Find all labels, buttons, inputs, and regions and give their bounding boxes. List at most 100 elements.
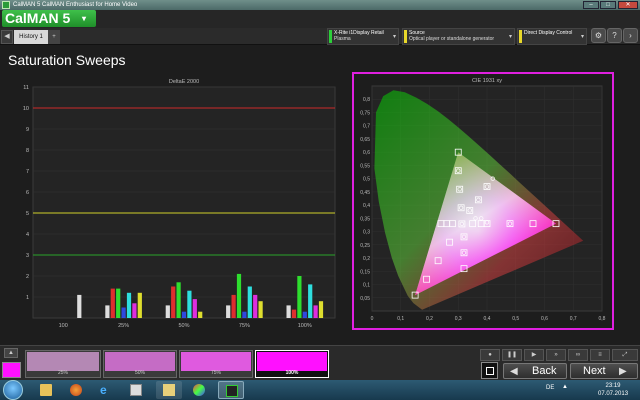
display-status-indicator	[519, 30, 522, 43]
step-swatch	[257, 352, 327, 371]
bar	[126, 292, 132, 318]
explorer-window-icon[interactable]	[156, 381, 182, 399]
meter-status-indicator	[329, 30, 332, 43]
y-tick-label: 0,15	[360, 269, 370, 275]
help-icon[interactable]: ?	[607, 28, 622, 43]
calman-logo-menu[interactable]: CalMAN 5 ▾	[2, 10, 96, 27]
y-tick-label: 1	[26, 295, 29, 301]
calman-icon[interactable]	[218, 381, 244, 399]
y-tick-label: 0,5	[363, 177, 370, 183]
sweep-step-50[interactable]: 50%	[103, 350, 177, 378]
x-tick-label: 0,6	[541, 316, 548, 322]
play-icon[interactable]: ▶	[524, 349, 544, 361]
window-title: CalMAN 5 CalMAN Enthusiast for Home Vide…	[13, 1, 138, 8]
x-tick-label: 0,8	[599, 316, 606, 322]
chevron-down-icon: ▾	[580, 34, 584, 40]
logo-text: CalMAN 5	[5, 10, 71, 26]
window-titlebar: CalMAN 5 CalMAN Enthusiast for Home Vide…	[0, 0, 640, 10]
collapse-arrow-icon[interactable]: ▲	[4, 348, 18, 358]
add-tab-button[interactable]: +	[48, 30, 60, 44]
source-selector[interactable]: Source Optical player or standalone gene…	[402, 28, 515, 45]
next-arrow-icon[interactable]: ›	[623, 28, 638, 43]
bar	[253, 294, 258, 318]
meter-selector[interactable]: X-Rite i1Display Retail Plasma ▾	[327, 28, 399, 45]
files-icon[interactable]	[123, 381, 149, 399]
x-tick-label: 100%	[298, 323, 312, 329]
y-tick-label: 0,45	[360, 190, 370, 196]
internet-explorer-icon[interactable]: e	[93, 381, 119, 399]
chevron-down-icon: ▾	[508, 34, 512, 40]
bar	[286, 305, 291, 318]
back-arrow-icon: ◀	[510, 366, 518, 377]
bar	[226, 305, 231, 318]
paint-icon[interactable]	[186, 381, 212, 399]
bar	[121, 307, 126, 318]
x-tick-label: 100	[59, 323, 68, 329]
clock-date: 07.07.2013	[598, 391, 629, 397]
y-tick-label: 0,2	[363, 256, 370, 262]
stop-button[interactable]	[481, 362, 498, 379]
bar	[77, 294, 82, 318]
source-name: Optical player or standalone generator	[409, 36, 495, 42]
step-label: 50%	[134, 370, 145, 376]
close-button[interactable]: ✕	[618, 1, 638, 9]
bar	[192, 299, 197, 318]
display-selector[interactable]: Direct Display Control ▾	[517, 28, 587, 45]
next-label: Next	[583, 365, 606, 377]
sweep-step-100[interactable]: 100%	[255, 350, 329, 378]
step-label: 25%	[57, 370, 68, 376]
next-button[interactable]: Next ▶	[570, 363, 638, 379]
y-tick-label: 0,7	[363, 124, 370, 130]
y-tick-label: 2	[26, 274, 29, 280]
current-color-swatch	[2, 362, 21, 378]
y-tick-label: 0,35	[360, 216, 370, 222]
y-tick-label: 6	[26, 190, 29, 196]
y-tick-label: 0,8	[363, 97, 370, 103]
bar	[247, 286, 252, 318]
y-tick-label: 0,1	[363, 283, 370, 289]
settings-icon[interactable]: ≡	[590, 349, 610, 361]
language-indicator[interactable]: DE	[546, 385, 554, 391]
loop-icon[interactable]: ∞	[568, 349, 588, 361]
y-tick-label: 0,75	[360, 110, 370, 116]
pause-icon[interactable]: ❚❚	[502, 349, 522, 361]
x-tick-label: 50%	[178, 323, 189, 329]
system-clock[interactable]: 23:19 07.07.2013	[598, 382, 628, 398]
chart-title: CIE 1931 xy	[472, 78, 502, 84]
maximize-button[interactable]: □	[600, 1, 616, 9]
bar	[297, 276, 302, 318]
x-tick-label: 0,2	[426, 316, 433, 322]
bar	[291, 309, 297, 318]
folder-icon[interactable]	[33, 381, 59, 399]
x-tick-label: 0,4	[484, 316, 491, 322]
bar	[313, 305, 318, 318]
meter-mode: Plasma	[334, 36, 351, 42]
sweep-step-25[interactable]: 25%	[25, 350, 101, 378]
record-icon[interactable]: ●	[480, 349, 500, 361]
bar	[236, 273, 242, 318]
chevron-down-icon: ▾	[82, 14, 87, 23]
step-swatch	[27, 352, 99, 371]
step-label: 75%	[210, 370, 221, 376]
bar	[105, 305, 110, 318]
bar	[165, 305, 170, 318]
stop-icon	[486, 367, 494, 375]
expand-icon[interactable]: ⤢	[612, 349, 638, 361]
back-arrow-icon[interactable]: ◀	[1, 30, 13, 44]
x-tick-label: 75%	[239, 323, 250, 329]
tray-expand-icon[interactable]: ▲	[562, 384, 568, 390]
y-tick-label: 0,3	[363, 230, 370, 236]
gear-icon[interactable]: ⚙	[591, 28, 606, 43]
tab-history-1[interactable]: History 1	[14, 30, 48, 44]
x-tick-label: 0,5	[512, 316, 519, 322]
x-tick-label: 0,1	[397, 316, 404, 322]
minimize-button[interactable]: –	[583, 1, 599, 9]
windows-start-icon[interactable]	[3, 380, 23, 400]
sweep-step-75[interactable]: 75%	[179, 350, 253, 378]
firefox-icon[interactable]	[63, 381, 89, 399]
y-tick-label: 8	[26, 148, 29, 154]
fast-forward-icon[interactable]: »	[546, 349, 566, 361]
y-tick-label: 3	[26, 253, 29, 259]
back-button[interactable]: ◀ Back	[503, 363, 567, 379]
y-tick-label: 0,4	[363, 203, 370, 209]
